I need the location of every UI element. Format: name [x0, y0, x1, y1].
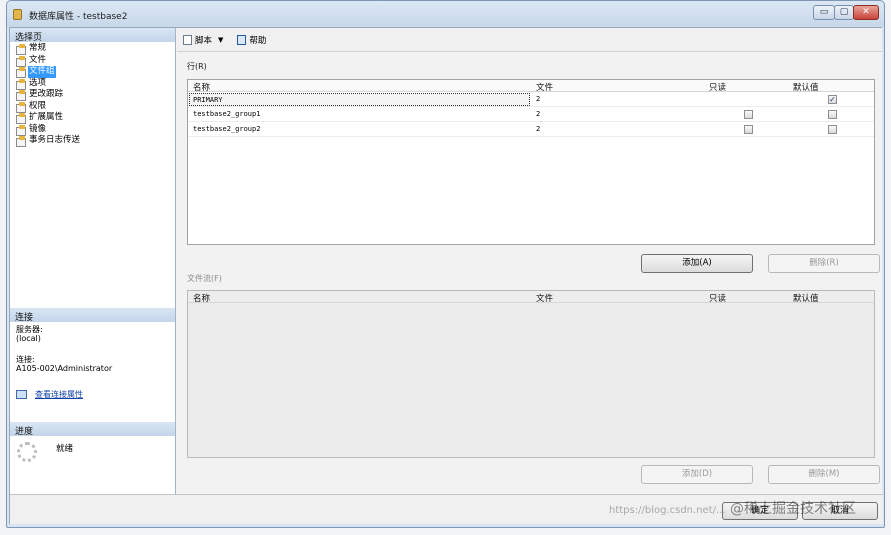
- page-item-files[interactable]: 文件: [16, 55, 81, 67]
- filestream-grid[interactable]: 名称 文件 只读 默认值: [187, 290, 875, 458]
- minimize-button[interactable]: ▭: [813, 5, 835, 20]
- script-button[interactable]: 脚本 ▼: [183, 34, 229, 46]
- page-item-filegroups[interactable]: 文件组: [16, 66, 81, 79]
- connection-header: 连接: [10, 308, 175, 323]
- table-row[interactable]: testbase2_group2 2: [188, 122, 874, 137]
- page-icon: [16, 136, 26, 148]
- toolbar: 脚本 ▼ 帮助: [177, 28, 882, 52]
- filegroup-name-cell[interactable]: PRIMARY: [189, 93, 530, 106]
- column-header-default[interactable]: 默认值: [793, 292, 819, 304]
- script-label: 脚本: [195, 35, 213, 46]
- window-title: 数据库属性 - testbase2: [29, 12, 128, 22]
- page-label: 权限: [29, 100, 47, 111]
- column-header-readonly[interactable]: 只读: [709, 292, 726, 304]
- close-button[interactable]: ✕: [853, 5, 879, 20]
- cancel-button[interactable]: 取消: [802, 502, 878, 520]
- grid-header: 名称 文件 只读 默认值: [188, 80, 874, 93]
- remove-filegroup-button[interactable]: 删除(R): [768, 254, 880, 273]
- dialog-footer: 确定 取消: [10, 494, 883, 524]
- view-connection-properties-label: 查看连接属性: [35, 390, 83, 399]
- page-label: 事务日志传送: [29, 135, 81, 145]
- readonly-checkbox[interactable]: [744, 110, 753, 119]
- chevron-down-icon[interactable]: ▼: [218, 36, 223, 44]
- table-row[interactable]: testbase2_group1 2: [188, 107, 874, 122]
- server-value: (local): [16, 334, 41, 343]
- files-count-cell: 2: [536, 125, 541, 133]
- database-icon: [13, 9, 22, 20]
- column-header-name[interactable]: 名称: [193, 292, 210, 304]
- page-item-permissions[interactable]: 权限: [16, 101, 81, 113]
- maximize-button[interactable]: ▢: [834, 5, 854, 20]
- page-label: 选项: [29, 77, 47, 88]
- column-header-files[interactable]: 文件: [536, 292, 553, 304]
- page-label: 常规: [29, 43, 47, 53]
- progress-spinner-icon: [17, 442, 37, 462]
- properties-icon: [16, 390, 27, 399]
- connection-info: 服务器: (local) 连接: A105-002\Administrator: [16, 325, 112, 373]
- page-icon: [16, 67, 26, 79]
- server-label: 服务器:: [16, 325, 43, 334]
- left-pane: 选择页 常规 文件 文件组 选项 更改跟踪 权限 扩展属性 镜像 事务日志传送 …: [10, 28, 176, 494]
- filegroup-name-cell[interactable]: testbase2_group1: [193, 110, 260, 118]
- page-icon: [16, 55, 26, 67]
- add-filegroup-button[interactable]: 添加(A): [641, 254, 753, 273]
- page-icon: [16, 124, 26, 136]
- page-label: 更改跟踪: [29, 89, 64, 99]
- page-label: 文件: [29, 54, 47, 65]
- page-item-mirroring[interactable]: 镜像: [16, 124, 81, 136]
- page-icon: [16, 90, 26, 102]
- page-item-extended-properties[interactable]: 扩展属性: [16, 112, 81, 125]
- grid-header: 名称 文件 只读 默认值: [188, 291, 874, 304]
- page-item-change-tracking[interactable]: 更改跟踪: [16, 89, 81, 102]
- title-bar[interactable]: 数据库属性 - testbase2 ▭ ▢ ✕: [7, 1, 884, 27]
- right-pane: 脚本 ▼ 帮助 行(R) 名称 文件 只读 默认值 PRIMARY 2 ✓ te…: [177, 28, 882, 494]
- readonly-checkbox[interactable]: [744, 125, 753, 134]
- page-list: 常规 文件 文件组 选项 更改跟踪 权限 扩展属性 镜像 事务日志传送: [16, 43, 81, 148]
- script-icon: [183, 34, 192, 45]
- default-checkbox[interactable]: [828, 125, 837, 134]
- page-icon: [16, 78, 26, 90]
- page-icon: [16, 44, 26, 56]
- select-page-header: 选择页: [10, 28, 175, 43]
- help-button[interactable]: 帮助: [237, 34, 266, 46]
- dialog-client-area: 选择页 常规 文件 文件组 选项 更改跟踪 权限 扩展属性 镜像 事务日志传送 …: [9, 27, 883, 524]
- default-checkbox[interactable]: ✓: [828, 95, 837, 104]
- rows-section-label: 行(R): [187, 62, 207, 71]
- progress-status: 就绪: [56, 444, 74, 454]
- page-icon: [16, 113, 26, 125]
- page-item-log-shipping[interactable]: 事务日志传送: [16, 135, 81, 148]
- remove-filestream-button[interactable]: 删除(M): [768, 465, 880, 484]
- ok-button[interactable]: 确定: [722, 502, 798, 520]
- filegroup-name-cell[interactable]: testbase2_group2: [193, 125, 260, 133]
- default-checkbox[interactable]: [828, 110, 837, 119]
- filegroups-grid[interactable]: 名称 文件 只读 默认值 PRIMARY 2 ✓ testbase2_group…: [187, 79, 875, 245]
- add-filestream-button[interactable]: 添加(D): [641, 465, 753, 484]
- files-count-cell: 2: [536, 95, 541, 103]
- page-label: 扩展属性: [29, 112, 64, 122]
- page-item-options[interactable]: 选项: [16, 78, 81, 90]
- page-label: 镜像: [29, 123, 47, 134]
- page-item-general[interactable]: 常规: [16, 43, 81, 56]
- page-icon: [16, 101, 26, 113]
- database-properties-window: 数据库属性 - testbase2 ▭ ▢ ✕ 选择页 常规 文件 文件组 选项…: [6, 0, 885, 528]
- files-count-cell: 2: [536, 110, 541, 118]
- help-icon: [237, 34, 247, 45]
- progress-header: 进度: [10, 422, 175, 437]
- table-row[interactable]: PRIMARY 2 ✓: [188, 92, 874, 107]
- filestream-section-label: 文件流(F): [187, 274, 222, 283]
- connection-label: 连接:: [16, 355, 35, 364]
- view-connection-properties-link[interactable]: 查看连接属性: [16, 389, 83, 400]
- help-label: 帮助: [249, 35, 267, 46]
- connection-value: A105-002\Administrator: [16, 364, 113, 373]
- page-label: 文件组: [28, 66, 56, 78]
